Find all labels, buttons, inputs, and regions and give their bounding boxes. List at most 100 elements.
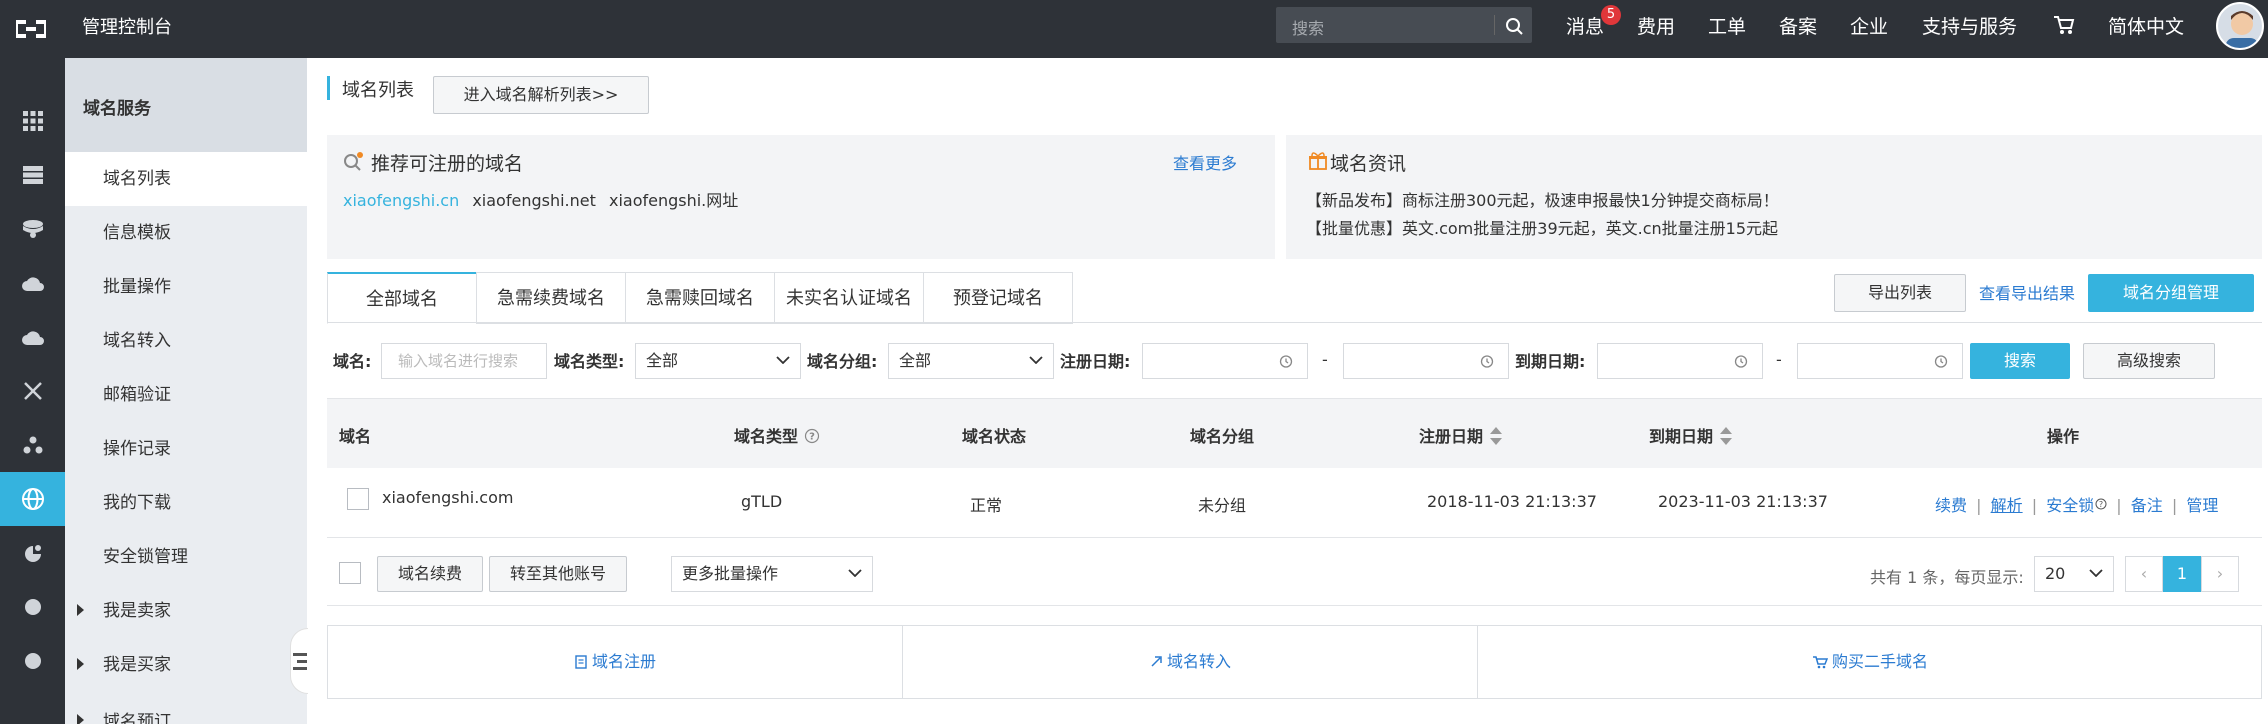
calendar-clock-icon: [1734, 355, 1748, 368]
advanced-search-button[interactable]: 高级搜索: [2083, 343, 2215, 379]
svg-text:?: ?: [2099, 500, 2103, 509]
manage-link[interactable]: 管理: [2186, 496, 2218, 515]
chevron-down-icon: [2089, 569, 2103, 577]
expand-caret-icon: [77, 604, 84, 616]
transfer-in-button[interactable]: 域名转入: [903, 626, 1477, 698]
divider: [1494, 15, 1495, 35]
sidebar-item-label: 我是卖家: [103, 601, 171, 621]
sidebar-item-batch-ops[interactable]: 批量操作: [65, 260, 307, 314]
sidebar-collapse-handle[interactable]: [290, 628, 308, 694]
renew-link[interactable]: 续费: [1935, 496, 1967, 515]
news-line[interactable]: 【批量优惠】英文.com批量注册39元起，英文.cn批量注册15元起: [1306, 215, 1778, 239]
sidebar-item-email-verify[interactable]: 邮箱验证: [65, 368, 307, 422]
sidebar-item-transfer-in[interactable]: 域名转入: [65, 314, 307, 368]
more-batch-select[interactable]: 更多批量操作: [671, 556, 873, 592]
transfer-account-button[interactable]: 转至其他账号: [489, 556, 627, 592]
database-icon[interactable]: [0, 202, 65, 256]
svg-text:?: ?: [809, 432, 815, 443]
nav-enterprise[interactable]: 企业: [1850, 12, 1888, 39]
security-lock-link[interactable]: 安全锁: [2046, 496, 2094, 515]
service-dot-icon[interactable]: [0, 580, 65, 634]
cluster-icon[interactable]: [0, 418, 65, 472]
global-search[interactable]: 搜索: [1276, 7, 1532, 43]
date-range-dash: -: [1322, 350, 1328, 369]
prev-page-button[interactable]: ‹: [2125, 556, 2163, 592]
sort-icon[interactable]: [1719, 426, 1733, 446]
nav-support[interactable]: 支持与服务: [1922, 12, 2017, 39]
dns-link[interactable]: 解析: [1991, 496, 2023, 515]
reg-date-start[interactable]: [1142, 343, 1308, 379]
buy-second-hand-button[interactable]: 购买二手域名: [1478, 626, 2262, 698]
nav-billing[interactable]: 费用: [1637, 12, 1675, 39]
sidebar-item-buyer[interactable]: 我是买家: [65, 638, 307, 692]
tab-unverified[interactable]: 未实名认证域名: [774, 272, 924, 324]
group-select[interactable]: 全部: [888, 343, 1054, 379]
reg-date-end[interactable]: [1343, 343, 1509, 379]
tab-all-domains[interactable]: 全部域名: [327, 272, 477, 324]
recommend-domain[interactable]: xiaofengshi.net: [472, 191, 596, 210]
exp-date-end[interactable]: [1797, 343, 1963, 379]
tab-redeem-urgent[interactable]: 急需赎回域名: [625, 272, 775, 324]
nav-tickets[interactable]: 工单: [1708, 12, 1746, 39]
table-footer: 域名续费 转至其他账号 更多批量操作 共有 1 条，每页显示: 20 ‹ 1 ›: [327, 538, 2262, 606]
sidebar-item-domain-list[interactable]: 域名列表: [65, 152, 307, 206]
sidebar-section-title: 域名服务: [83, 99, 151, 119]
domain-type: gTLD: [741, 492, 783, 511]
note-link[interactable]: 备注: [2131, 496, 2163, 515]
view-export-link[interactable]: 查看导出结果: [1979, 280, 2075, 304]
row-checkbox[interactable]: [347, 488, 369, 510]
tab-renew-urgent[interactable]: 急需续费域名: [476, 272, 626, 324]
exp-date-start[interactable]: [1597, 343, 1763, 379]
export-list-button[interactable]: 导出列表: [1834, 274, 1966, 312]
search-icon[interactable]: [1502, 15, 1526, 37]
help-icon[interactable]: ?: [2095, 498, 2107, 510]
sidebar-item-op-log[interactable]: 操作记录: [65, 422, 307, 476]
news-line[interactable]: 【新品发布】商标注册300元起，极速申报最快1分钟提交商标局！: [1306, 187, 1779, 211]
sidebar-item-downloads[interactable]: 我的下载: [65, 476, 307, 530]
sort-icon[interactable]: [1489, 426, 1503, 446]
sidebar-item-info-template[interactable]: 信息模板: [65, 206, 307, 260]
tab-preregistered[interactable]: 预登记域名: [923, 272, 1073, 324]
service-dot-icon-2[interactable]: [0, 634, 65, 688]
col-reg-date[interactable]: 注册日期: [1419, 423, 1503, 447]
view-more-link[interactable]: 查看更多: [1173, 150, 1237, 174]
products-grid-icon[interactable]: [0, 94, 65, 148]
cloud-storage-icon[interactable]: [0, 256, 65, 310]
aliyun-logo-icon[interactable]: [12, 14, 50, 44]
cart-icon: [1812, 656, 1829, 669]
select-all-checkbox[interactable]: [339, 562, 361, 584]
buy-second-label: 购买二手域名: [1831, 652, 1928, 671]
search-input[interactable]: 搜索: [1292, 15, 1324, 39]
nav-messages[interactable]: 消息: [1566, 12, 1604, 39]
dns-list-button[interactable]: 进入域名解析列表>>: [433, 76, 649, 114]
batch-renew-button[interactable]: 域名续费: [377, 556, 483, 592]
nav-icp[interactable]: 备案: [1779, 12, 1817, 39]
server-icon[interactable]: [0, 148, 65, 202]
domain-globe-icon[interactable]: [0, 472, 65, 526]
help-icon[interactable]: ?: [804, 428, 820, 444]
domain-link[interactable]: xiaofengshi.com: [382, 488, 513, 507]
console-title[interactable]: 管理控制台: [82, 13, 172, 39]
register-domain-button[interactable]: 域名注册: [328, 626, 902, 698]
cart-icon[interactable]: [2052, 14, 2076, 36]
sidebar-item-seller[interactable]: 我是卖家: [65, 584, 307, 638]
user-avatar[interactable]: [2216, 2, 2264, 50]
language-switch[interactable]: 简体中文: [2108, 12, 2184, 39]
security-icon[interactable]: [0, 526, 65, 580]
page-1-button[interactable]: 1: [2163, 556, 2201, 592]
search-button[interactable]: 搜索: [1970, 343, 2070, 379]
recommend-domain[interactable]: xiaofengshi.cn: [343, 191, 459, 210]
domain-search-input[interactable]: 输入域名进行搜索: [381, 343, 547, 379]
type-select[interactable]: 全部: [635, 343, 801, 379]
sidebar-item-reserve[interactable]: 域名预订: [65, 692, 307, 724]
page-size-select[interactable]: 20: [2034, 556, 2114, 592]
col-exp-date[interactable]: 到期日期: [1649, 423, 1733, 447]
network-icon[interactable]: [0, 364, 65, 418]
message-count-badge: 5: [1601, 5, 1621, 25]
recommend-domain[interactable]: xiaofengshi.网址: [609, 191, 738, 210]
reg-date: 2018-11-03 21:13:37: [1427, 492, 1597, 511]
next-page-button[interactable]: ›: [2201, 556, 2239, 592]
sidebar-item-lock-manage[interactable]: 安全锁管理: [65, 530, 307, 584]
cdn-icon[interactable]: [0, 310, 65, 364]
group-manage-button[interactable]: 域名分组管理: [2088, 274, 2254, 312]
